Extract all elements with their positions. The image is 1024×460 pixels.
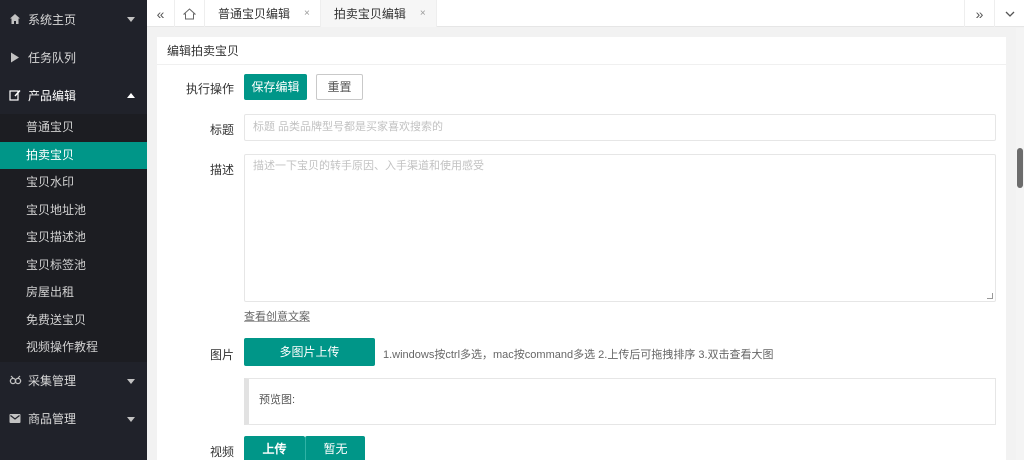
sidebar-item-description-pool[interactable]: 宝贝描述池 — [0, 224, 147, 252]
home-tab-button[interactable] — [175, 0, 205, 27]
tabs-scroll-left-button[interactable]: « — [147, 0, 175, 27]
creative-copy-link[interactable]: 查看创意文案 — [244, 308, 310, 324]
nav-group-label: 系统主页 — [28, 12, 77, 27]
tabbar-right-controls: » — [964, 0, 1024, 27]
video-label: 视频 — [209, 445, 234, 459]
nav-group-product-edit[interactable]: 产品编辑 — [0, 76, 147, 114]
edit-auction-item-card: 编辑拍卖宝贝 执行操作 保存编辑 重置 标题 标题 品类品牌型号都是买家喜欢搜索… — [157, 37, 1006, 460]
multi-image-upload-button[interactable]: 多图片上传 — [244, 338, 375, 366]
sidebar-item-tag-pool[interactable]: 宝贝标签池 — [0, 252, 147, 280]
tab-label: 拍卖宝贝编辑 — [333, 7, 406, 21]
sidebar-item-address-pool[interactable]: 宝贝地址池 — [0, 197, 147, 225]
chevron-down-icon — [127, 17, 135, 22]
action-label: 执行操作 — [185, 82, 234, 96]
tabs-menu-button[interactable] — [994, 0, 1024, 27]
home-outline-icon — [183, 7, 196, 19]
home-icon — [8, 12, 22, 26]
tabs-scroll-right-button[interactable]: » — [964, 0, 994, 27]
collect-icon — [8, 374, 22, 388]
video-none-button[interactable]: 暂无 — [305, 436, 365, 460]
video-upload-button[interactable]: 上传 — [244, 436, 305, 460]
sidebar: 系统主页 任务队列 产品编辑 普通宝贝 拍卖宝贝 宝贝水印 宝贝地址池 宝贝描述… — [0, 0, 147, 460]
nav-submenu: 普通宝贝 拍卖宝贝 宝贝水印 宝贝地址池 宝贝描述池 宝贝标签池 房屋出租 免费… — [0, 114, 147, 362]
description-textarea[interactable]: 描述一下宝贝的转手原因、入手渠道和使用感受 — [244, 154, 996, 302]
page-scrollbar[interactable] — [1016, 28, 1024, 460]
resize-grip-icon[interactable] — [987, 293, 993, 299]
image-label: 图片 — [209, 348, 234, 362]
description-placeholder: 描述一下宝贝的转手原因、入手渠道和使用感受 — [253, 160, 484, 172]
sidebar-item-normal-item[interactable]: 普通宝贝 — [0, 114, 147, 142]
nav-group-home[interactable]: 系统主页 — [0, 0, 147, 38]
save-button[interactable]: 保存编辑 — [244, 74, 307, 100]
nav-group-goods[interactable]: 商品管理 — [0, 400, 147, 438]
nav-group-label: 任务队列 — [28, 50, 77, 65]
title-input[interactable]: 标题 品类品牌型号都是买家喜欢搜索的 — [244, 114, 996, 141]
reset-button[interactable]: 重置 — [316, 74, 363, 100]
edit-icon — [8, 88, 22, 102]
title-label: 标题 — [209, 123, 234, 137]
mail-icon — [8, 412, 22, 426]
chevron-up-icon — [127, 93, 135, 98]
nav-group-label: 商品管理 — [28, 412, 77, 426]
sidebar-item-auction-item[interactable]: 拍卖宝贝 — [0, 141, 147, 169]
sidebar-item-video-tutorial[interactable]: 视频操作教程 — [0, 334, 147, 362]
scrollbar-thumb[interactable] — [1017, 148, 1023, 188]
card-title: 编辑拍卖宝贝 — [157, 37, 1006, 65]
preview-label: 预览图: — [259, 394, 296, 406]
chevron-down-icon — [1005, 11, 1014, 17]
close-icon[interactable]: × — [304, 8, 310, 19]
tab-label: 普通宝贝编辑 — [218, 7, 291, 21]
tab-auction-item-edit[interactable]: 拍卖宝贝编辑 × — [320, 0, 437, 27]
close-icon[interactable]: × — [420, 8, 426, 19]
tab-normal-item-edit[interactable]: 普通宝贝编辑 × — [205, 0, 321, 27]
image-upload-hint: 1.windows按ctrl多选，mac按command多选 2.上传后可拖拽排… — [383, 349, 774, 361]
image-preview-box: 预览图: — [244, 378, 996, 425]
chevron-down-icon — [127, 378, 135, 384]
sidebar-item-house-rental[interactable]: 房屋出租 — [0, 279, 147, 307]
nav-group-collect[interactable]: 采集管理 — [0, 362, 147, 400]
sidebar-item-watermark[interactable]: 宝贝水印 — [0, 169, 147, 197]
nav-group-label: 产品编辑 — [28, 88, 77, 103]
nav-group-label: 采集管理 — [28, 374, 77, 388]
tab-bar: « 普通宝贝编辑 × 拍卖宝贝编辑 × » — [147, 0, 1024, 27]
chevron-down-icon — [127, 416, 135, 422]
description-label: 描述 — [209, 163, 234, 177]
sidebar-item-free-giveaway[interactable]: 免费送宝贝 — [0, 307, 147, 335]
play-icon — [8, 50, 22, 64]
nav-group-task-queue[interactable]: 任务队列 — [0, 38, 147, 76]
